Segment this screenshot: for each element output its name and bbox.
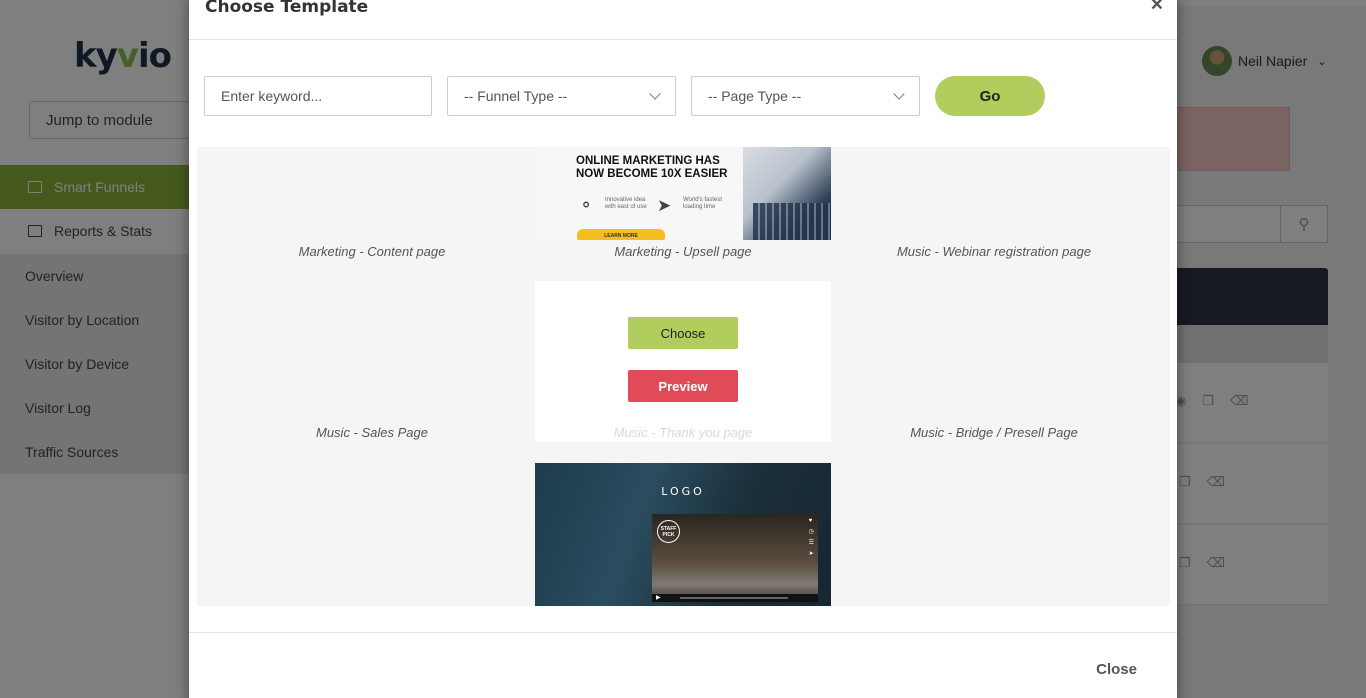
lightbulb-icon: ⚬ bbox=[579, 196, 594, 215]
template-caption[interactable]: Music - Webinar registration page bbox=[834, 244, 1154, 259]
play-icon: ▶ bbox=[656, 595, 661, 601]
template-caption[interactable]: Music - Bridge / Presell Page bbox=[834, 425, 1154, 440]
template-caption[interactable]: Marketing - Upsell page bbox=[523, 244, 843, 259]
chevron-down-icon bbox=[893, 88, 905, 100]
clock-icon: ◷ bbox=[808, 529, 814, 535]
close-icon[interactable]: × bbox=[1151, 0, 1163, 15]
video-progress bbox=[680, 597, 788, 599]
video-player: STAFF PICK ♥ ◷ ☰ ➤ ▶ bbox=[652, 514, 818, 602]
preview-button[interactable]: Preview bbox=[628, 370, 738, 402]
keyword-input[interactable] bbox=[204, 76, 432, 116]
modal-header: Choose Template × bbox=[189, 0, 1177, 40]
staff-pick-badge: STAFF PICK bbox=[657, 520, 680, 543]
template-thumbnail-hovered[interactable]: Choose Preview Music - Thank you page bbox=[535, 281, 831, 442]
chevron-down-icon bbox=[649, 88, 661, 100]
send-icon: ➤ bbox=[808, 551, 814, 557]
template-thumbnail-music-video[interactable]: LOGO STAFF PICK ♥ ◷ ☰ ➤ ▶ bbox=[535, 463, 831, 606]
layers-icon: ☰ bbox=[808, 540, 814, 546]
modal-footer: Close bbox=[189, 632, 1177, 698]
funnel-type-select[interactable]: -- Funnel Type -- bbox=[447, 76, 676, 116]
template-caption: Music - Thank you page bbox=[613, 425, 753, 440]
close-button[interactable]: Close bbox=[1096, 661, 1137, 678]
rocket-icon: ➤ bbox=[657, 196, 672, 215]
modal-title: Choose Template bbox=[205, 0, 369, 17]
template-caption[interactable]: Music - Sales Page bbox=[212, 425, 532, 440]
keyboard-photo bbox=[753, 203, 831, 240]
thumb-logo: LOGO bbox=[661, 485, 705, 498]
thumb-feature-2: World's fastest loading time bbox=[683, 197, 723, 210]
heart-icon: ♥ bbox=[808, 518, 813, 524]
page-type-select[interactable]: -- Page Type -- bbox=[691, 76, 920, 116]
choose-button[interactable]: Choose bbox=[628, 317, 738, 349]
template-thumbnail-marketing-upsell[interactable]: ONLINE MARKETING HAS NOW BECOME 10X EASI… bbox=[535, 147, 831, 240]
thumb-cta: LEARN MORE bbox=[577, 229, 665, 240]
choose-template-modal: Choose Template × -- Funnel Type -- -- P… bbox=[189, 0, 1177, 698]
go-button[interactable]: Go bbox=[935, 76, 1045, 116]
template-filters: -- Funnel Type -- -- Page Type -- Go bbox=[204, 76, 1045, 116]
template-grid: ONLINE MARKETING HAS NOW BECOME 10X EASI… bbox=[197, 147, 1170, 606]
thumb-headline: ONLINE MARKETING HAS NOW BECOME 10X EASI… bbox=[576, 155, 728, 180]
thumb-feature-1: Innovative idea with east of use bbox=[605, 197, 647, 210]
template-caption[interactable]: Marketing - Content page bbox=[212, 244, 532, 259]
